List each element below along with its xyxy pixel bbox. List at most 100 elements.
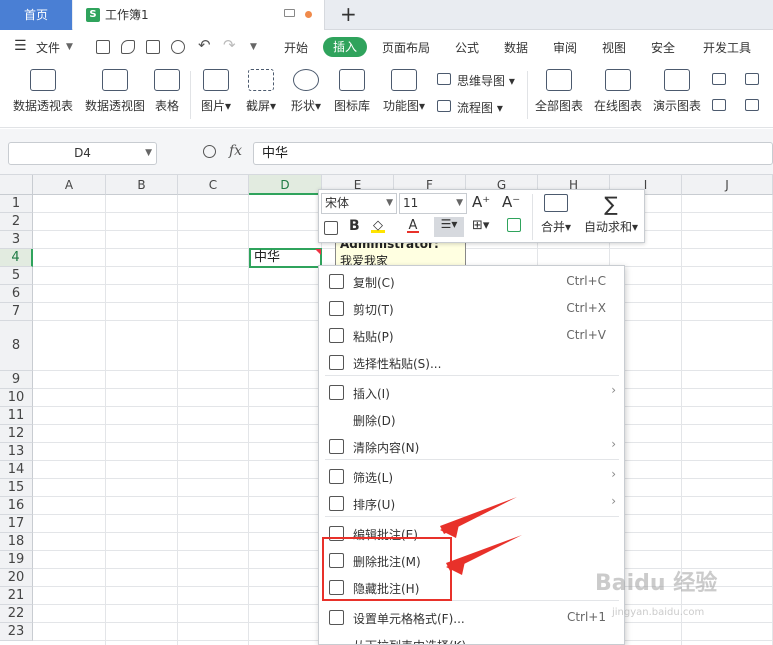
demo-charts-button[interactable]: 演示图表	[651, 67, 703, 114]
column-header-c[interactable]: C	[178, 175, 249, 195]
zoom-icon[interactable]	[203, 145, 216, 158]
bar-chart-horizontal-icon[interactable]	[745, 73, 759, 85]
shape-button[interactable]: 形状▾	[287, 67, 325, 114]
print-preview-icon[interactable]	[171, 40, 185, 54]
row-header-18[interactable]: 18	[0, 533, 33, 551]
save-icon[interactable]	[96, 40, 110, 54]
unsaved-dot-icon[interactable]	[305, 11, 312, 18]
column-header-d[interactable]: D	[249, 175, 322, 195]
chevron-down-icon[interactable]: ▼	[66, 42, 73, 52]
undo-icon[interactable]: ↶	[198, 36, 211, 54]
select-all-corner[interactable]	[0, 175, 33, 195]
name-box[interactable]: D4 ▼	[8, 142, 157, 165]
online-charts-button[interactable]: 在线图表	[592, 67, 644, 114]
row-header-9[interactable]: 9	[0, 371, 33, 389]
tab-home[interactable]: 首页	[0, 0, 72, 30]
menu-developer[interactable]: 开发工具	[703, 39, 751, 56]
fill-color-icon[interactable]: ◇	[371, 218, 385, 233]
menu-data[interactable]: 数据	[504, 39, 528, 56]
font-select[interactable]: 宋体 ▼	[321, 193, 397, 214]
row-header-23[interactable]: 23	[0, 623, 33, 641]
row-header-10[interactable]: 10	[0, 389, 33, 407]
row-header-5[interactable]: 5	[0, 267, 33, 285]
context-menu-item[interactable]: 筛选(L) ›	[319, 463, 624, 490]
row-header-15[interactable]: 15	[0, 479, 33, 497]
context-menu-item[interactable]: 插入(I) ›	[319, 379, 624, 406]
context-menu-item[interactable]: 剪切(T) Ctrl+X	[319, 295, 624, 322]
context-menu-item[interactable]: 复制(C) Ctrl+C	[319, 268, 624, 295]
context-menu-item[interactable]: 从下拉列表中选择(K)...	[319, 631, 624, 644]
merge-button[interactable]: 合并▾	[537, 192, 575, 235]
chevron-down-icon[interactable]: ▼	[145, 143, 152, 164]
context-menu-item[interactable]: 删除(D)	[319, 406, 624, 433]
monitor-icon[interactable]	[284, 9, 295, 17]
menu-insert[interactable]: 插入	[323, 37, 367, 57]
font-color-icon[interactable]: A	[407, 218, 419, 233]
cell-d4[interactable]: 中华	[249, 248, 322, 268]
bold-icon[interactable]: B	[349, 218, 360, 234]
row-header-8[interactable]: 8	[0, 321, 33, 371]
row-header-20[interactable]: 20	[0, 569, 33, 587]
align-icon[interactable]: ☰▾	[434, 217, 464, 237]
row-header-17[interactable]: 17	[0, 515, 33, 533]
function-chart-button[interactable]: 功能图▾	[381, 67, 427, 114]
decrease-font-icon[interactable]: A⁻	[502, 193, 520, 211]
menu-formulas[interactable]: 公式	[455, 39, 479, 56]
formula-input[interactable]: 中华	[253, 142, 773, 165]
spreadsheet-icon: S	[86, 8, 100, 22]
autosum-button[interactable]: ∑ 自动求和▾	[581, 192, 641, 235]
row-header-1[interactable]: 1	[0, 195, 33, 213]
menu-view[interactable]: 视图	[602, 39, 626, 56]
row-header-16[interactable]: 16	[0, 497, 33, 515]
row-header-12[interactable]: 12	[0, 425, 33, 443]
print-icon[interactable]	[146, 40, 160, 54]
row-header-22[interactable]: 22	[0, 605, 33, 623]
add-tab-icon[interactable]: +	[340, 2, 357, 26]
row-header-2[interactable]: 2	[0, 213, 33, 231]
menu-start[interactable]: 开始	[284, 39, 308, 56]
increase-font-icon[interactable]: A⁺	[472, 193, 490, 211]
column-chart-icon[interactable]	[712, 73, 726, 85]
menu-page-layout[interactable]: 页面布局	[382, 39, 430, 56]
row-header-14[interactable]: 14	[0, 461, 33, 479]
stat-chart-icon[interactable]	[745, 99, 759, 111]
font-size-select[interactable]: 11 ▼	[399, 193, 467, 214]
menu-security[interactable]: 安全	[651, 39, 675, 56]
context-menu-item[interactable]: 粘贴(P) Ctrl+V	[319, 322, 624, 349]
row-header-13[interactable]: 13	[0, 443, 33, 461]
borders-icon[interactable]: ⊞▾	[472, 218, 489, 233]
row-header-4[interactable]: 4	[0, 249, 33, 267]
picture-button[interactable]: 图片▾	[197, 67, 235, 114]
column-header-a[interactable]: A	[33, 175, 106, 195]
context-menu-item[interactable]: 设置单元格格式(F)... Ctrl+1	[319, 604, 624, 631]
all-charts-label: 全部图表	[534, 99, 583, 113]
pivot-chart-button[interactable]: 数据透视图	[82, 67, 148, 114]
line-chart-icon[interactable]	[712, 99, 726, 111]
row-header-6[interactable]: 6	[0, 285, 33, 303]
context-menu-item[interactable]: 选择性粘贴(S)...	[319, 349, 624, 376]
column-header-b[interactable]: B	[106, 175, 178, 195]
row-header-7[interactable]: 7	[0, 303, 33, 321]
hamburger-icon[interactable]: ☰	[14, 38, 27, 54]
redo-icon[interactable]: ↷	[223, 36, 236, 54]
menu-file[interactable]: 文件	[36, 39, 60, 56]
format-painter-icon[interactable]	[507, 218, 521, 232]
row-header-3[interactable]: 3	[0, 231, 33, 249]
column-header-j[interactable]: J	[682, 175, 773, 195]
menu-review[interactable]: 审阅	[553, 39, 577, 56]
row-header-19[interactable]: 19	[0, 551, 33, 569]
all-charts-button[interactable]: 全部图表	[533, 67, 585, 114]
row-header-11[interactable]: 11	[0, 407, 33, 425]
pivot-table-button[interactable]: 数据透视表	[10, 67, 76, 114]
fx-icon[interactable]: fx	[229, 143, 242, 159]
wrap-text-icon[interactable]	[324, 221, 338, 235]
screenshot-button[interactable]: 截屏▾	[242, 67, 280, 114]
icon-library-button[interactable]: 图标库	[333, 67, 371, 114]
merge-icon	[544, 194, 568, 212]
table-button[interactable]: 表格	[152, 67, 182, 114]
context-menu-item[interactable]: 清除内容(N) ›	[319, 433, 624, 460]
quick-access-dropdown-icon[interactable]: ▼	[250, 42, 257, 52]
tab-workbook[interactable]: S 工作簿1	[73, 0, 325, 30]
row-header-21[interactable]: 21	[0, 587, 33, 605]
export-icon[interactable]	[121, 40, 135, 54]
